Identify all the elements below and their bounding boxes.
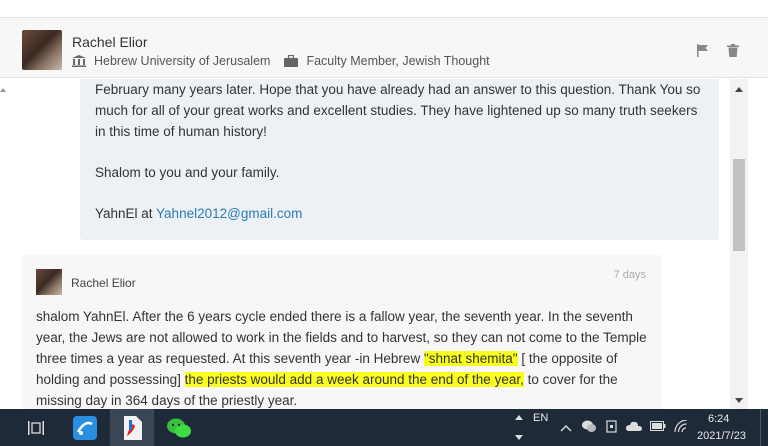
briefcase-icon — [284, 54, 299, 67]
message-timestamp: 7 days — [613, 269, 646, 281]
tray-scroll[interactable] — [512, 409, 526, 446]
show-hidden-icons-icon[interactable] — [560, 423, 572, 446]
chevron-up-icon[interactable] — [515, 415, 523, 420]
device-icon[interactable] — [606, 420, 618, 446]
scroll-down-icon[interactable] — [735, 398, 743, 403]
vertical-scrollbar[interactable] — [730, 79, 748, 409]
task-view-icon[interactable] — [22, 409, 50, 446]
feedback-app-icon[interactable] — [64, 409, 106, 446]
scrollbar-thumb[interactable] — [733, 159, 745, 251]
author-meta: Hebrew University of Jerusalem Faculty M… — [72, 54, 490, 68]
message-paragraph: Shalom to you and your family. — [95, 165, 280, 180]
institution-name[interactable]: Hebrew University of Jerusalem — [94, 54, 270, 68]
language-indicator[interactable]: EN — [533, 412, 548, 446]
clock-date[interactable]: 2021/7/23 — [697, 430, 746, 446]
position-title: Faculty Member, Jewish Thought — [306, 54, 490, 68]
onedrive-cloud-icon[interactable] — [626, 421, 642, 446]
message-author-name[interactable]: Rachel Elior — [71, 276, 136, 290]
message-bubble-yahnel: February many years later. Hope that you… — [80, 79, 719, 240]
message-bubble-rachel: Rachel Elior 7 days shalom YahnEl. After… — [22, 255, 662, 409]
wechat-tray-icon[interactable] — [582, 420, 596, 446]
battery-icon[interactable] — [650, 421, 666, 446]
pdf-app-icon[interactable] — [110, 409, 154, 446]
message-body: shalom YahnEl. After the 6 years cycle e… — [36, 309, 647, 408]
wifi-icon[interactable] — [674, 419, 688, 446]
profile-header: Rachel Elior Hebrew University of Jerusa… — [0, 18, 768, 78]
author-name[interactable]: Rachel Elior — [72, 34, 147, 50]
wechat-icon[interactable] — [158, 409, 200, 446]
scroll-up-icon[interactable] — [735, 87, 743, 92]
message-signature: YahnEl at Yahnel2012@gmail.com — [95, 206, 303, 221]
highlighted-text: the priests would add a week around the … — [184, 372, 524, 387]
highlighted-text: "shnat shemita" — [423, 351, 518, 366]
browser-top-strip — [0, 0, 768, 18]
windows-taskbar: EN 6:24 2021/7/23 — [0, 409, 768, 446]
institution-icon — [72, 55, 86, 67]
email-link[interactable]: Yahnel2012@gmail.com — [156, 206, 302, 221]
avatar[interactable] — [22, 30, 62, 70]
message-paragraph: February many years later. Hope that you… — [95, 82, 701, 139]
conversation-thread: February many years later. Hope that you… — [0, 79, 730, 409]
show-desktop-button[interactable] — [760, 409, 768, 446]
chevron-down-icon[interactable] — [515, 435, 523, 440]
trash-icon[interactable] — [727, 44, 740, 57]
flag-icon[interactable] — [696, 44, 709, 57]
avatar[interactable] — [36, 269, 62, 295]
